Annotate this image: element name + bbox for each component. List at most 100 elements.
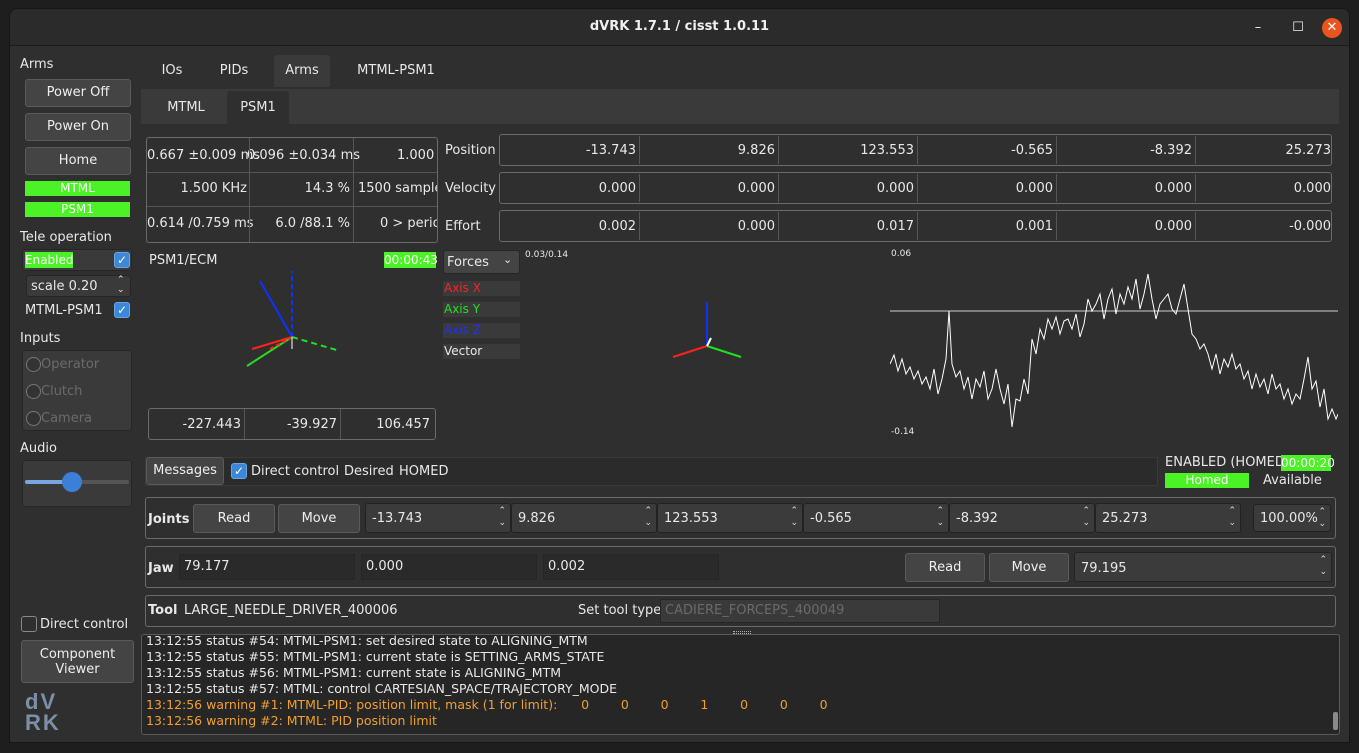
log-line: 13:12:55 status #54: MTML-PSM1: set desi… xyxy=(146,633,588,648)
camera-radio[interactable] xyxy=(26,411,41,426)
clutch-radio[interactable] xyxy=(26,384,41,399)
tab-ios[interactable]: IOs xyxy=(147,55,197,87)
jaw-read-button[interactable]: Read xyxy=(905,553,985,582)
power-off-button[interactable]: Power Off xyxy=(25,79,131,107)
state-value-cell: -8.392 xyxy=(1150,143,1192,158)
log-line: 13:12:55 status #57: MTML: control CARTE… xyxy=(146,681,617,696)
joints-move-button[interactable]: Move xyxy=(278,504,360,533)
spin-arrows-icon[interactable]: ⌃ ⌄ xyxy=(790,505,798,529)
operator-radio[interactable] xyxy=(26,357,41,372)
joint-spinbox[interactable]: -13.743 ⌃ ⌄ xyxy=(365,503,511,533)
power-on-button[interactable]: Power On xyxy=(25,113,131,141)
divider xyxy=(917,212,918,240)
tab-arms[interactable]: Arms xyxy=(274,55,330,87)
forces-dropdown-value: Forces xyxy=(447,255,489,270)
legend-axis-y: Axis Y xyxy=(443,302,520,317)
timing-cell: 1500 samples xyxy=(358,181,437,196)
legend-vector: Vector xyxy=(443,344,520,359)
frame-y: -39.927 xyxy=(286,417,337,432)
joint-spinbox[interactable]: 25.273 ⌃ ⌄ xyxy=(1095,503,1241,533)
state-value-cell: 0.002 xyxy=(598,219,636,234)
spin-arrows-icon[interactable]: ⌃ ⌄ xyxy=(1318,506,1326,530)
joints-read-button[interactable]: Read xyxy=(193,504,275,533)
spin-arrows-icon[interactable]: ⌃ ⌄ xyxy=(498,505,506,529)
divider xyxy=(1056,174,1057,202)
log-line: 13:12:55 status #55: MTML-PSM1: current … xyxy=(146,649,605,664)
spin-arrows-icon[interactable]: ⌃ ⌄ xyxy=(936,505,944,529)
home-button[interactable]: Home xyxy=(25,147,131,175)
joint-spinbox[interactable]: -8.392 ⌃ ⌄ xyxy=(949,503,1095,533)
legend-axis-x: Axis X xyxy=(443,281,520,296)
audio-slider-handle[interactable] xyxy=(61,472,82,492)
frame-x: -227.443 xyxy=(182,417,241,432)
state-value-cell: 0.000 xyxy=(876,181,914,196)
dvrk-logo: dV RK xyxy=(23,689,78,735)
timing-cell: 0 > period xyxy=(380,216,437,231)
state-value-cell: 0.000 xyxy=(1154,219,1192,234)
component-viewer-button[interactable]: Component Viewer xyxy=(21,640,134,683)
jaw-setpoint-value: 79.195 xyxy=(1081,561,1127,576)
jaw-move-button[interactable]: Move xyxy=(989,553,1069,582)
divider xyxy=(249,138,250,242)
forces-scale: 0.03/0.14 xyxy=(525,250,569,260)
tool-label: Tool xyxy=(148,603,178,618)
set-tool-type-combo[interactable]: CADIERE_FORCEPS_400049 xyxy=(660,599,940,623)
scale-arrows-icon[interactable]: ⌃ ⌄ xyxy=(117,275,125,295)
tab-pids[interactable]: PIDs xyxy=(209,55,259,87)
joint-spinbox[interactable]: 123.553 ⌃ ⌄ xyxy=(657,503,803,533)
timing-grid: 0.667 ±0.009 ms 0.096 ±0.034 ms 1.000 s … xyxy=(147,138,437,242)
log-scrollbar[interactable] xyxy=(1333,712,1338,730)
spin-arrows-icon[interactable]: ⌃ ⌄ xyxy=(644,505,652,529)
main-tabbar: IOs PIDs Arms MTML-PSM1 xyxy=(141,55,1341,88)
spin-arrows-icon[interactable]: ⌃ ⌄ xyxy=(1319,554,1327,578)
teleop-pair-label: MTML-PSM1 xyxy=(25,303,103,318)
forces-3d-view xyxy=(672,302,742,358)
messages-button[interactable]: Messages xyxy=(146,457,224,485)
log-line: 13:12:55 status #56: MTML-PSM1: current … xyxy=(146,665,561,680)
subtab-psm1[interactable]: PSM1 xyxy=(227,91,289,124)
direct-control-label: Direct control xyxy=(251,464,340,479)
divider xyxy=(147,172,437,173)
sidebar-direct-control-checkbox[interactable] xyxy=(21,616,37,632)
audio-slider-track[interactable] xyxy=(25,472,129,492)
divider xyxy=(639,212,640,240)
timing-cell: 0.667 ±0.009 ms xyxy=(147,148,261,163)
divider xyxy=(778,136,779,164)
teleop-pair-checkbox[interactable]: ✓ xyxy=(114,302,130,318)
state-value-cell: 0.017 xyxy=(876,219,914,234)
tool-value: LARGE_NEEDLE_DRIVER_400006 xyxy=(184,603,398,618)
direct-control-checkbox[interactable]: ✓ xyxy=(231,463,247,479)
divider xyxy=(1056,212,1057,240)
state-value-cell: 0.000 xyxy=(737,219,775,234)
divider xyxy=(353,138,354,242)
joint-spinbox[interactable]: -0.565 ⌃ ⌄ xyxy=(803,503,949,533)
close-icon[interactable]: ✕ xyxy=(1322,18,1342,38)
main-window: dVRK 1.7.1 / cisst 1.0.11 – ☐ ✕ Arms Pow… xyxy=(9,8,1350,743)
state-value-cell: 0.000 xyxy=(598,181,636,196)
divider xyxy=(340,409,341,439)
state-value-cell: 9.826 xyxy=(737,143,775,158)
joint-spinbox[interactable]: 9.826 ⌃ ⌄ xyxy=(511,503,657,533)
minimize-icon[interactable]: – xyxy=(1248,18,1268,38)
spin-arrows-icon[interactable]: ⌃ ⌄ xyxy=(1228,505,1236,529)
tele-enabled-checkbox[interactable]: ✓ xyxy=(114,252,130,268)
spin-arrows-icon[interactable]: ⌃ ⌄ xyxy=(1082,505,1090,529)
log-text: 13:12:55 status #54: MTML-PSM1: set desi… xyxy=(146,633,1326,733)
log-line: 13:12:56 warning #1: MTML-PID: position … xyxy=(146,697,828,712)
jaw-position-field: 79.177 xyxy=(179,554,355,580)
state-value-cell: 0.000 xyxy=(737,181,775,196)
forces-axes xyxy=(672,302,742,358)
arm-status-mtml: MTML xyxy=(25,181,130,196)
divider xyxy=(1195,136,1196,164)
desired-value: HOMED xyxy=(399,464,449,479)
joint-value: 25.273 xyxy=(1102,511,1148,526)
divider xyxy=(917,174,918,202)
subtab-mtml[interactable]: MTML xyxy=(145,91,227,124)
maximize-icon[interactable]: ☐ xyxy=(1288,18,1308,38)
plot-trace xyxy=(890,273,1338,428)
tab-mtml-psm1[interactable]: MTML-PSM1 xyxy=(346,55,446,87)
jaw-setpoint-spinbox[interactable]: 79.195 ⌃ ⌄ xyxy=(1074,552,1332,582)
joints-percent-spinbox[interactable]: 100.00% ⌃ ⌄ xyxy=(1253,504,1331,532)
state-value-cell: 0.000 xyxy=(1293,181,1331,196)
divider xyxy=(639,136,640,164)
